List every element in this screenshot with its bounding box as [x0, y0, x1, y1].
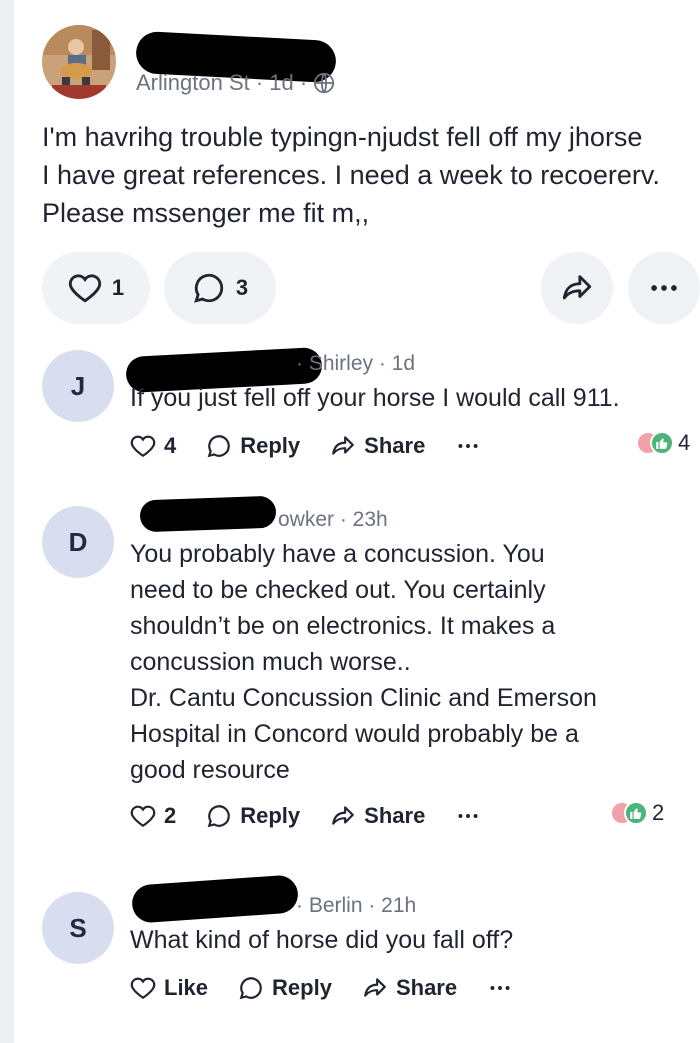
comment-meta: · Berlin · 21h	[296, 894, 417, 917]
share-arrow-icon	[332, 436, 355, 455]
commenter-name-redaction	[130, 874, 300, 924]
speech-bubble-icon	[207, 805, 231, 828]
left-rail	[0, 0, 14, 1043]
comment-reply-button[interactable]: Reply	[238, 975, 332, 1001]
comment-text-line: Dr. Cantu Concussion Clinic and Emerson	[130, 684, 597, 712]
comment-text-line: concussion much worse..	[130, 648, 411, 676]
comment-share-button[interactable]: Share	[362, 975, 457, 1001]
comment-meta: owker · 23h	[278, 508, 388, 531]
post-body: I'm havrihg trouble typingn-njudst fell …	[42, 118, 700, 232]
share-arrow-icon	[332, 806, 355, 825]
comment-more-button[interactable]	[487, 975, 513, 1001]
reaction-count: 2	[652, 800, 665, 825]
comment-item: J · Shirley · 1d If you just fell off yo…	[42, 346, 700, 470]
comment-text-line: Hospital in Concord would probably be a	[130, 720, 579, 748]
heart-icon	[130, 805, 156, 828]
share-arrow-icon	[364, 978, 386, 997]
post-meta: Arlington St · 1d ·	[136, 70, 335, 96]
post-body-line: I have great references. I need a week t…	[42, 160, 660, 190]
comment-item: D owker · 23h You probably have a concus…	[42, 495, 700, 836]
comment-like-button[interactable]: Like	[130, 975, 208, 1001]
comment-actions: 2 Reply Share	[130, 798, 511, 834]
globe-icon	[313, 72, 335, 94]
reaction-summary[interactable]: 2	[610, 800, 664, 826]
comment-reply-button[interactable]: Reply	[206, 433, 300, 459]
comment-more-button[interactable]	[455, 803, 481, 829]
more-dots-icon	[458, 814, 478, 818]
thumbs-up-reaction-icon	[624, 801, 648, 825]
comment-reply-button[interactable]: Reply	[206, 803, 300, 829]
more-dots-icon	[458, 444, 478, 448]
comment-share-label: Share	[364, 433, 426, 458]
comment-like-button[interactable]: 2	[130, 803, 176, 829]
commenter-avatar[interactable]: D	[42, 506, 114, 578]
commenter-name-redaction	[139, 495, 277, 533]
speech-bubble-icon	[239, 977, 262, 1000]
speech-bubble-icon	[194, 273, 224, 303]
reaction-summary[interactable]: 4	[636, 430, 690, 456]
like-button[interactable]: 1	[42, 252, 150, 324]
comment-text-line: What kind of horse did you fall off?	[130, 926, 514, 954]
comment-actions: 4 Reply Share	[130, 428, 511, 464]
comment-item: S · Berlin · 21h What kind of horse did …	[42, 874, 700, 1012]
like-count: 1	[111, 275, 125, 300]
comment-share-label: Share	[364, 803, 426, 828]
comment-actions: Like Reply Share	[130, 970, 543, 1006]
post-card: Arlington St · 1d · I'm havrihg trouble …	[14, 0, 700, 1043]
heart-icon	[130, 435, 156, 458]
reaction-count: 4	[678, 430, 691, 455]
comment-more-button[interactable]	[455, 433, 481, 459]
comment-text-line: You probably have a concussion. You	[130, 540, 545, 568]
post-body-line: I'm havrihg trouble typingn-njudst fell …	[42, 122, 643, 152]
comment-text: You probably have a concussion. You need…	[130, 536, 690, 788]
comment-count: 3	[235, 275, 249, 300]
comment-share-label: Share	[395, 975, 458, 1000]
comment-reply-label: Reply	[272, 975, 332, 1000]
share-arrow-icon	[562, 275, 592, 300]
author-avatar[interactable]	[42, 25, 116, 99]
comment-reply-label: Reply	[240, 803, 301, 828]
post-body-line: Please mssenger me fit m,,	[42, 198, 370, 228]
comment-text: What kind of horse did you fall off?	[130, 922, 690, 958]
more-dots-icon	[490, 986, 510, 990]
commenter-avatar[interactable]: S	[42, 892, 114, 964]
more-dots-icon	[651, 285, 677, 291]
comment-like-button[interactable]: 4	[130, 433, 176, 459]
post-meta-text: Arlington St · 1d ·	[136, 70, 308, 95]
comment-share-button[interactable]: Share	[330, 803, 425, 829]
comment-reply-label: Reply	[240, 433, 301, 458]
comment-button[interactable]: 3	[164, 252, 276, 324]
speech-bubble-icon	[207, 435, 231, 458]
comment-text-line: If you just fell off your horse I would …	[130, 384, 620, 412]
comment-text-line: need to be checked out. You certainly	[130, 576, 546, 604]
comment-like-label: Like	[164, 975, 209, 1000]
comment-text: If you just fell off your horse I would …	[130, 380, 690, 416]
comment-share-button[interactable]: Share	[330, 433, 425, 459]
share-button[interactable]	[541, 252, 613, 324]
more-options-button[interactable]	[628, 252, 700, 324]
comment-text-line: shouldn’t be on electronics. It makes a	[130, 612, 556, 640]
heart-icon	[68, 274, 101, 303]
thumbs-up-reaction-icon	[650, 431, 674, 455]
commenter-avatar[interactable]: J	[42, 350, 114, 422]
heart-icon	[130, 977, 156, 1000]
comment-like-label: 4	[164, 433, 177, 458]
comment-meta: · Shirley · 1d	[296, 352, 416, 375]
comment-text-line: good resource	[130, 756, 290, 784]
comment-like-label: 2	[164, 803, 177, 828]
